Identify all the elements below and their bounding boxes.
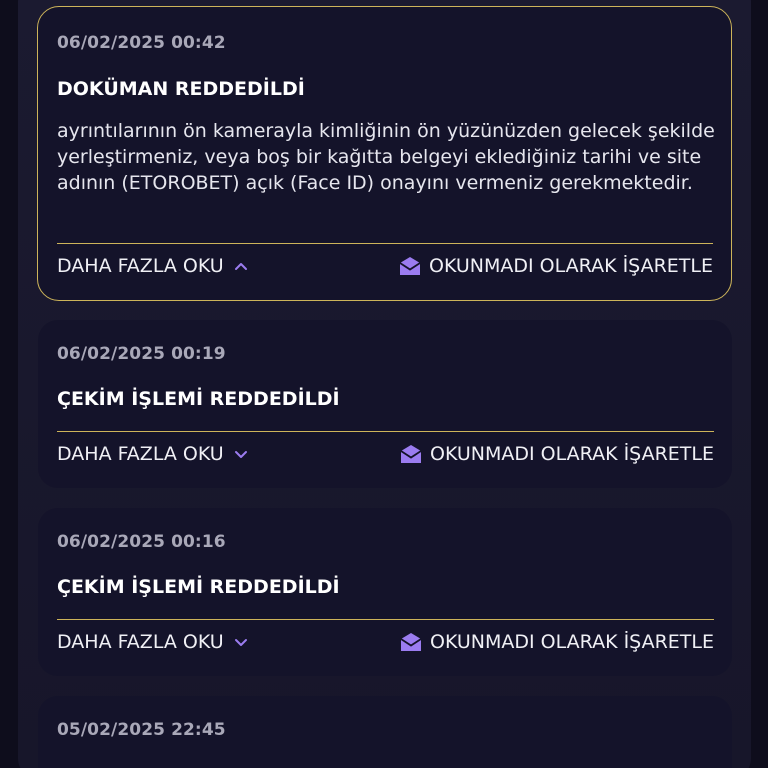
mark-unread-button[interactable]: OKUNMADI OLARAK İŞARETLE: [400, 443, 714, 465]
read-more-button[interactable]: DAHA FAZLA OKU: [57, 255, 248, 277]
mark-unread-button[interactable]: OKUNMADI OLARAK İŞARETLE: [400, 631, 714, 653]
chevron-up-icon: [234, 261, 248, 271]
read-more-label: DAHA FAZLA OKU: [57, 631, 224, 653]
mark-unread-label: OKUNMADI OLARAK İŞARETLE: [429, 631, 714, 653]
divider: [57, 431, 714, 432]
mark-unread-label: OKUNMADI OLARAK İŞARETLE: [428, 255, 713, 277]
divider: [57, 243, 713, 244]
notification-title: ÇEKİM İŞLEMİ REDDEDİLDİ: [57, 388, 340, 410]
notification-date: 06/02/2025 00:42: [57, 33, 226, 53]
notification-card[interactable]: 05/02/2025 22:45: [38, 696, 732, 768]
mark-unread-button[interactable]: OKUNMADI OLARAK İŞARETLE: [399, 255, 713, 277]
notification-date: 06/02/2025 00:16: [57, 532, 226, 552]
notification-title: ÇEKİM İŞLEMİ REDDEDİLDİ: [57, 576, 340, 598]
notification-card[interactable]: 06/02/2025 00:42 DOKÜMAN REDDEDİLDİ ayrı…: [37, 6, 732, 301]
notification-body: ayrıntılarının ön kamerayla kimliğinin ö…: [57, 120, 715, 194]
notification-card[interactable]: 06/02/2025 00:16 ÇEKİM İŞLEMİ REDDEDİLDİ…: [38, 508, 732, 676]
notification-actions: DAHA FAZLA OKU OKUNMADI OLARAK İŞARETLE: [57, 251, 713, 281]
notification-title: DOKÜMAN REDDEDİLDİ: [57, 78, 305, 100]
mark-unread-label: OKUNMADI OLARAK İŞARETLE: [429, 443, 714, 465]
read-more-label: DAHA FAZLA OKU: [57, 255, 224, 277]
open-envelope-icon: [400, 444, 422, 464]
notification-actions: DAHA FAZLA OKU OKUNMADI OLARAK İŞARETLE: [57, 439, 714, 469]
notification-actions: DAHA FAZLA OKU OKUNMADI OLARAK İŞARETLE: [57, 627, 714, 657]
chevron-down-icon: [234, 449, 248, 459]
read-more-button[interactable]: DAHA FAZLA OKU: [57, 631, 248, 653]
notification-date: 06/02/2025 00:19: [57, 344, 226, 364]
notification-date: 05/02/2025 22:45: [57, 720, 226, 740]
divider: [57, 619, 714, 620]
read-more-label: DAHA FAZLA OKU: [57, 443, 224, 465]
notification-card[interactable]: 06/02/2025 00:19 ÇEKİM İŞLEMİ REDDEDİLDİ…: [38, 320, 732, 488]
chevron-down-icon: [234, 637, 248, 647]
open-envelope-icon: [400, 632, 422, 652]
read-more-button[interactable]: DAHA FAZLA OKU: [57, 443, 248, 465]
open-envelope-icon: [399, 256, 421, 276]
